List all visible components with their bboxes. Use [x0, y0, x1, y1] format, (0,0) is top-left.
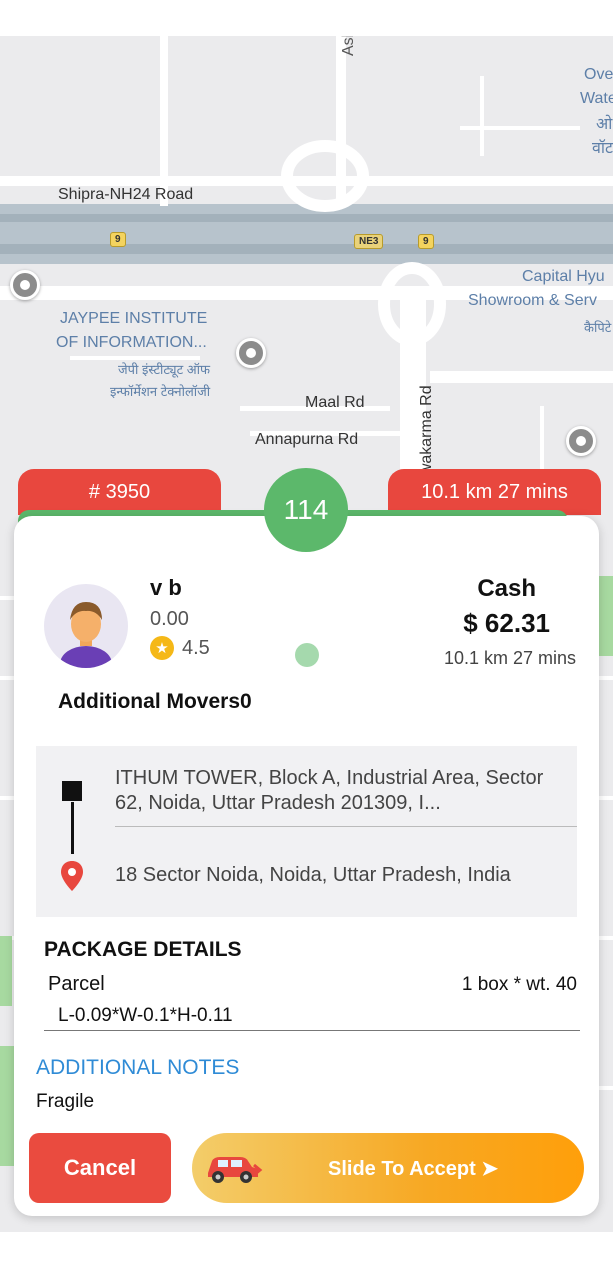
map-road-label: Ashok [340, 36, 358, 56]
car-icon[interactable] [202, 1147, 266, 1187]
route-box: ITHUM TOWER, Block A, Industrial Area, S… [36, 746, 577, 917]
ride-distance: 10.1 km 27 mins [443, 648, 576, 668]
customer-rating: ★ 4.5 [150, 636, 210, 660]
notes-title: ADDITIONAL NOTES [36, 1056, 240, 1079]
cancel-button[interactable]: Cancel [29, 1133, 171, 1203]
bottom-bar [0, 1232, 613, 1280]
ride-distance-tab: 10.1 km 27 mins [388, 469, 601, 515]
ride-id-tab: # 3950 [18, 469, 221, 515]
package-title: PACKAGE DETAILS [44, 938, 242, 961]
drop-address: 18 Sector Noida, Noida, Uttar Pradesh, I… [115, 864, 511, 886]
school-poi-icon[interactable] [236, 338, 266, 368]
map-place-label: Wate [580, 90, 613, 107]
highway-shield: 9 [418, 234, 434, 249]
slide-to-accept-label: Slide To Accept ➤ [328, 1158, 499, 1180]
star-icon: ★ [150, 636, 174, 660]
map-place-label: Capital Hyu [522, 268, 605, 285]
map-road-label: Shipra-NH24 Road [58, 186, 194, 203]
slide-to-accept-slider[interactable]: Slide To Accept ➤ [192, 1133, 584, 1203]
map-road-label: Annapurna Rd [255, 431, 359, 448]
map-place-label: OF INFORMATION... [56, 334, 207, 351]
timer-badge: 114 [264, 468, 348, 552]
package-dimensions: L-0.09*W-0.1*H-0.11 [58, 1005, 233, 1026]
pickup-address: ITHUM TOWER, Block A, Industrial Area, S… [115, 767, 544, 814]
map-place-label: कैपिटे [584, 320, 612, 335]
route-divider [115, 826, 577, 827]
status-dot [295, 643, 319, 667]
status-bar [0, 0, 613, 36]
avatar [44, 584, 128, 668]
route-connector [71, 802, 74, 854]
pickup-square-icon [62, 781, 82, 801]
additional-movers: Additional Movers0 [58, 690, 252, 713]
user-avatar-icon [60, 602, 112, 668]
notes-text: Fragile [36, 1091, 95, 1112]
customer-name: v b [150, 575, 182, 600]
drop-pin-icon [61, 861, 83, 891]
map-place-label: Ove [584, 66, 613, 83]
school-poi-icon[interactable] [10, 270, 40, 300]
place-poi-icon[interactable] [566, 426, 596, 456]
payment-method: Cash [477, 575, 536, 602]
highway-shield: 9 [110, 232, 126, 247]
map-place-label: JAYPEE INSTITUTE [60, 310, 208, 327]
map-place-label: Showroom & Serv [468, 292, 597, 309]
highway-shield: NE3 [354, 234, 384, 249]
map-place-label: जेपी इंस्टीट्यूट ऑफ [118, 362, 211, 377]
map-place-label: इन्फॉर्मेशन टेक्नोलॉजी [110, 384, 211, 399]
package-type: Parcel [48, 973, 105, 995]
customer-balance: 0.00 [150, 608, 189, 630]
ride-price: $ 62.31 [463, 608, 550, 638]
package-quantity: 1 box * wt. 40 [461, 974, 577, 995]
rating-value: 4.5 [182, 636, 210, 659]
map-place-label: ओ [596, 116, 613, 133]
package-divider [44, 1030, 580, 1031]
map-place-label: वॉट [592, 140, 613, 157]
map-road-label: Maal Rd [305, 394, 365, 411]
